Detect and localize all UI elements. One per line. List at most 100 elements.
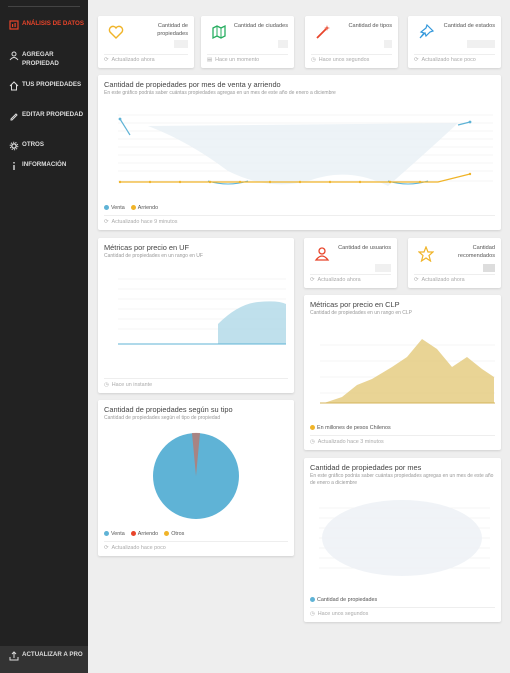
card-divider [104, 215, 495, 216]
sidebar-item-label: Análisis de datos [22, 20, 84, 27]
sidebar-item-analisis[interactable]: Análisis de datos [9, 19, 84, 30]
sidebar-item-informacion[interactable]: Información [9, 160, 84, 171]
legend-dot [104, 531, 109, 537]
upgrade-pro-item: Actualizar a Pro [9, 650, 84, 661]
clock-icon: ◷ [310, 611, 315, 617]
sidebar-item-label: Agregar propiedad [22, 51, 59, 67]
pin-icon [419, 24, 434, 39]
stat-label: Cantidad de estados [443, 23, 495, 29]
stat-value-placeholder [375, 264, 391, 272]
stat-value-placeholder [483, 264, 495, 272]
refresh-icon: ⟳ [104, 545, 109, 551]
type-chart-card: Cantidad de propiedades según su tipo Ca… [98, 400, 294, 556]
sidebar-item-label: Información [22, 161, 67, 168]
refresh-icon: ⟳ [414, 57, 419, 63]
chart-footer-text: Actualizado hace 3 minutos [317, 439, 384, 445]
uf-chart-card: Métricas por precio en UF Cantidad de pr… [98, 238, 294, 393]
legend-item: Arriendo [130, 531, 159, 537]
refresh-icon: ⟳ [104, 57, 109, 63]
uf-chart-plot [118, 278, 286, 345]
chart-title: Cantidad de propiedades según su tipo [104, 405, 233, 414]
stat-card-usuarios: Cantidad de usuarios ⟳ Actualizado ahora [304, 238, 397, 288]
clock-icon: ◷ [104, 382, 109, 388]
chart-footer: ◷ Actualizado hace 3 minutos [310, 439, 384, 445]
stat-value-placeholder [174, 40, 188, 48]
legend-label: Venta [111, 531, 125, 537]
chart-footer-text: Actualizado hace 9 minutos [111, 219, 178, 225]
stat-divider [414, 54, 495, 55]
legend-item: Cantidad de propiedades [310, 597, 377, 603]
legend-dot [130, 205, 136, 211]
calendar-icon: ▤ [207, 57, 213, 63]
sidebar: Análisis de datos Agregar propiedad Tus … [0, 0, 88, 673]
sidebar-item-tus-propiedades[interactable]: Tus propiedades [9, 80, 84, 91]
legend-item: Arriendo [130, 205, 158, 211]
pencil-icon [10, 113, 18, 121]
stat-footer-text: Actualizado hace poco [421, 57, 476, 63]
gear-icon [9, 141, 19, 151]
stat-footer-text: Hace unos segundos [318, 57, 370, 63]
stat-label: Cantidad de ciudades [233, 23, 288, 29]
sidebar-divider [8, 6, 80, 7]
chart-footer-text: Hace un instante [111, 382, 153, 388]
legend-label: Otros [171, 531, 185, 537]
wand-icon [316, 25, 330, 39]
legend-label: Venta [111, 205, 125, 211]
month-chart-plot [319, 500, 490, 576]
stat-footer: ◷ Hace unos segundos [311, 57, 369, 63]
sidebar-item-otros[interactable]: Otros [9, 140, 84, 151]
chart-icon [9, 20, 19, 30]
map-icon [212, 24, 226, 40]
chart-subtitle: En este gráfico podrás saber cuántas pro… [310, 473, 494, 486]
stat-label: Cantidad de usuarios [338, 245, 391, 251]
chart-legend: En millones de pesos Chilenos [310, 425, 391, 431]
stat-divider [311, 54, 392, 55]
chart-title: Métricas por precio en CLP [310, 300, 400, 309]
stat-label: Cantidad recomendados [457, 245, 495, 259]
stat-card-tipos: Cantidad de tipos ◷ Hace unos segundos [305, 16, 398, 68]
stat-value-placeholder [467, 40, 495, 48]
chart-footer: ◷ Hace unos segundos [310, 611, 368, 617]
stat-divider [207, 54, 288, 55]
legend-item: En millones de pesos Chilenos [310, 425, 391, 431]
legend-label: Arriendo [137, 531, 159, 537]
clock-icon: ◷ [310, 439, 315, 445]
refresh-icon: ⟳ [310, 277, 315, 283]
stat-footer: ▤ Hace un momento [207, 57, 259, 63]
clp-chart-plot [320, 339, 495, 404]
chart-footer: ⟳ Actualizado hace 9 minutos [104, 219, 177, 225]
stat-value-placeholder [278, 40, 288, 48]
card-divider [104, 378, 288, 379]
stat-footer-text: Actualizado ahora [421, 277, 465, 283]
legend-item: Otros [164, 531, 184, 537]
line-chart-plot [118, 114, 493, 186]
person-icon [314, 247, 330, 261]
sidebar-item-editar[interactable]: Editar propiedad [9, 110, 84, 121]
stat-footer: ⟳ Actualizado ahora [104, 57, 155, 63]
chart-footer-text: Hace unos segundos [317, 611, 369, 617]
legend-dot [130, 531, 136, 537]
sidebar-item-agregar[interactable]: Agregar propiedad [9, 50, 84, 68]
stat-label: Cantidad de propiedades [157, 23, 188, 37]
stat-divider [310, 274, 391, 275]
stat-footer: ⟳ Actualizado ahora [310, 277, 361, 283]
info-icon [13, 162, 15, 170]
type-pie-chart [153, 432, 239, 519]
sidebar-item-label: Otros [22, 141, 45, 148]
stat-footer: ⟳ Actualizado hace poco [414, 57, 476, 63]
legend-label: Cantidad de propiedades [317, 597, 378, 603]
stat-footer-text: Actualizado ahora [317, 277, 361, 283]
upgrade-pro-button[interactable]: Actualizar a Pro [0, 646, 88, 673]
legend-dot [310, 597, 315, 603]
stat-footer-text: Hace un momento [215, 57, 260, 63]
chart-footer: ⟳ Actualizado hace poco [104, 545, 166, 551]
stat-label: Cantidad de tipos [348, 23, 392, 29]
upload-icon [9, 651, 19, 661]
stat-card-estados: Cantidad de estados ⟳ Actualizado hace po… [408, 16, 501, 68]
chart-subtitle: Cantidad de propiedades según el tipo de… [104, 415, 221, 421]
refresh-icon: ⟳ [104, 219, 109, 225]
legend-dot [164, 531, 170, 537]
home-icon [9, 81, 19, 91]
star-icon [418, 246, 434, 262]
month-chart-card: Cantidad de propiedades por mes En este … [304, 458, 501, 622]
